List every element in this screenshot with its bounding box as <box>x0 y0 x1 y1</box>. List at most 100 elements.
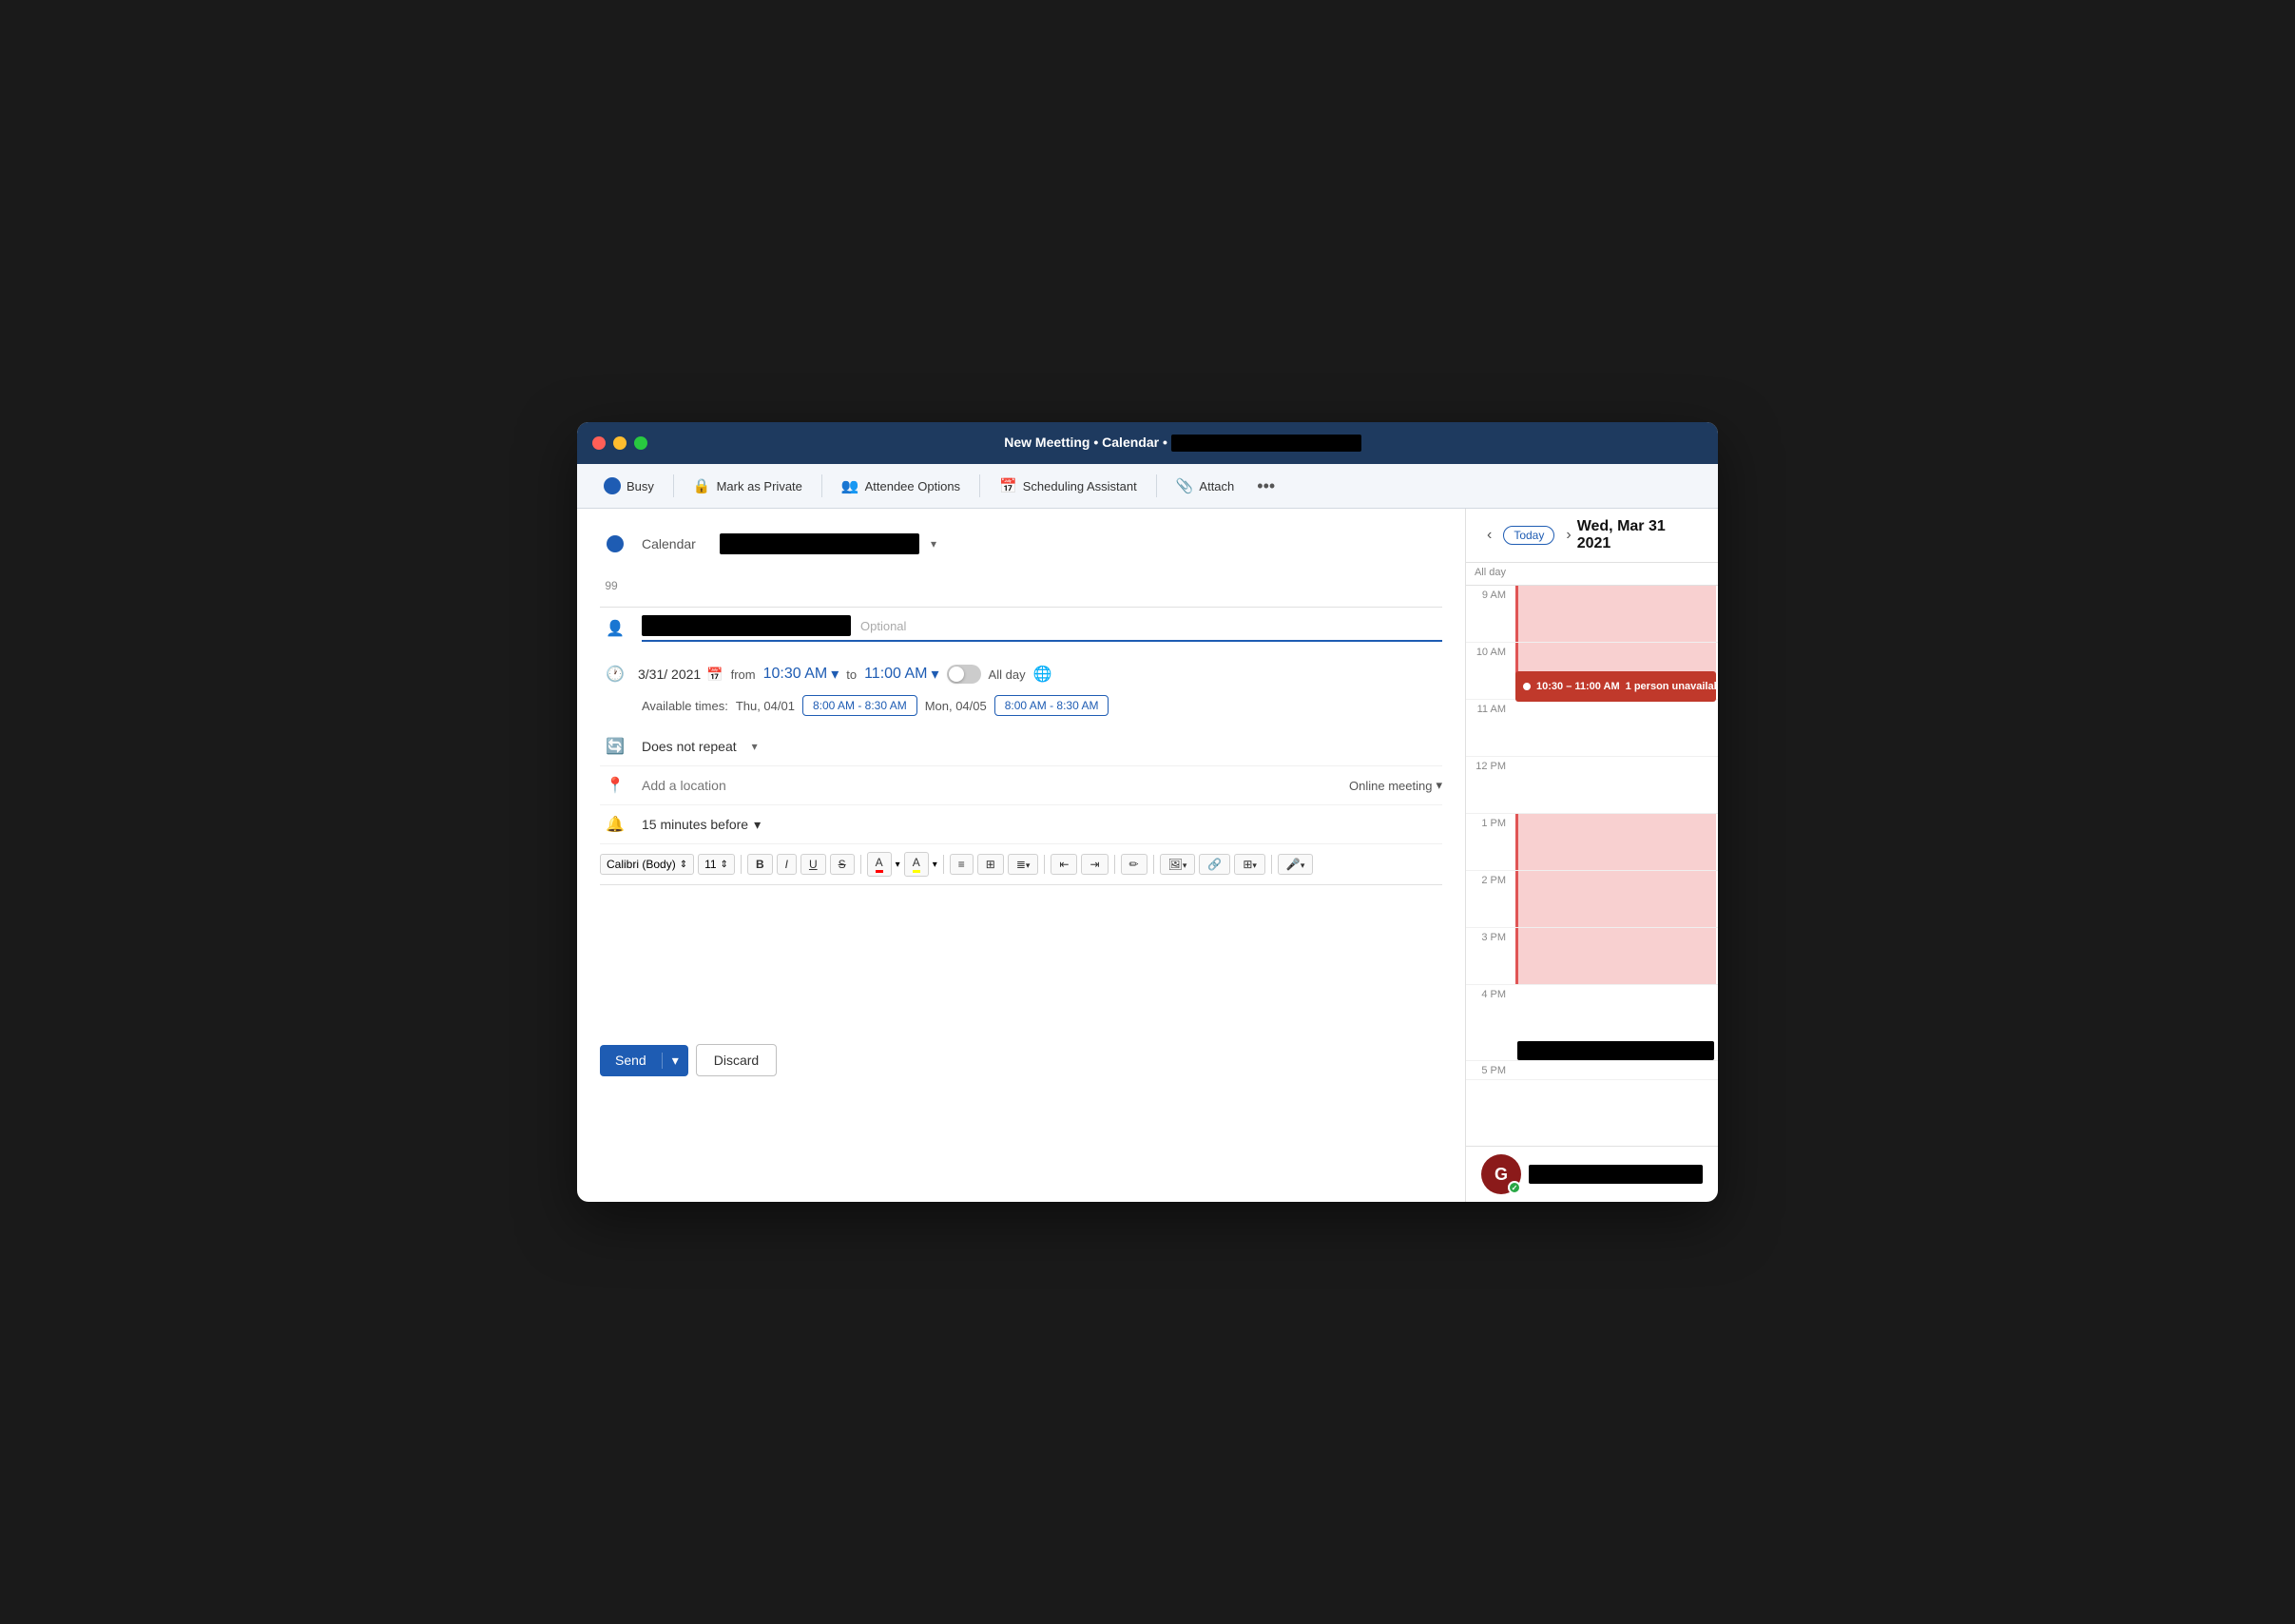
slot-content-2pm <box>1514 871 1718 927</box>
allday-label: All day <box>1466 563 1514 585</box>
to-label: to <box>846 667 857 682</box>
font-color-button[interactable]: A <box>867 852 892 877</box>
format-styles-button[interactable]: ✏ <box>1121 854 1148 875</box>
time-label-5pm: 5 PM <box>1466 1061 1514 1079</box>
italic-button[interactable]: I <box>777 854 797 875</box>
toggle-track <box>947 665 981 684</box>
bullet-list-button[interactable]: ≡ <box>950 854 974 875</box>
formatting-toolbar: Calibri (Body) ⇕ 11 ⇕ B I U S A ▾ A ▾ ≡ <box>600 844 1442 885</box>
next-day-button[interactable]: › <box>1560 525 1576 546</box>
main-content: Calendar ▾ 99 New Meetting 👤 Optional <box>577 509 1718 1202</box>
busy-button[interactable]: Busy <box>592 472 665 500</box>
font-size-select[interactable]: 11 ⇕ <box>698 854 735 875</box>
allday-label: All day <box>989 667 1026 682</box>
maximize-button[interactable] <box>634 436 647 450</box>
event-dot <box>1523 683 1531 690</box>
time-label-2pm: 2 PM <box>1466 871 1514 927</box>
close-button[interactable] <box>592 436 606 450</box>
timezone-icon[interactable]: 🌐 <box>1033 665 1052 684</box>
online-meeting-label: Online meeting <box>1349 779 1432 793</box>
online-meeting-btn[interactable]: Online meeting ▾ <box>1349 778 1442 793</box>
busy-dot <box>604 477 621 494</box>
underline-button[interactable]: U <box>800 854 826 875</box>
end-time-dropdown[interactable]: 11:00 AM ▾ <box>864 665 938 684</box>
attendee-options-button[interactable]: 👥 Attendee Options <box>830 472 972 500</box>
calendar-panel: ‹ Today › Wed, Mar 31 2021 All day 9 AM <box>1466 509 1718 1202</box>
attendee-options-label: Attendee Options <box>865 479 960 493</box>
location-input[interactable] <box>642 778 1338 793</box>
align-button[interactable]: ≣▾ <box>1008 854 1039 875</box>
highlight-button[interactable]: A <box>904 852 929 877</box>
time-slot-3pm: 3 PM <box>1466 928 1718 985</box>
calendar-icon: 📅 <box>999 477 1017 494</box>
slot1-time-btn[interactable]: 8:00 AM - 8:30 AM <box>802 695 917 716</box>
traffic-lights <box>592 436 647 450</box>
slot-content-11am <box>1514 700 1718 756</box>
end-time-value: 11:00 AM <box>864 666 927 683</box>
today-button[interactable]: Today <box>1503 526 1554 545</box>
slot2-time-btn[interactable]: 8:00 AM - 8:30 AM <box>994 695 1109 716</box>
window-title: New Meetting • Calendar • <box>663 435 1703 452</box>
fmt-sep-6 <box>1153 855 1154 874</box>
avatar-label: G <box>1495 1165 1508 1185</box>
attendee-row: 👤 Optional <box>600 608 1442 649</box>
separator-1 <box>673 474 674 497</box>
meeting-title-input[interactable]: New Meetting <box>634 571 1442 599</box>
reminder-row: 🔔 15 minutes before ▾ <box>600 805 1442 844</box>
fmt-sep-7 <box>1271 855 1272 874</box>
user-avatar: G ✓ <box>1481 1154 1521 1194</box>
time-slot-1pm: 1 PM <box>1466 814 1718 871</box>
font-color-chevron-icon[interactable]: ▾ <box>896 860 900 870</box>
time-label-4pm: 4 PM <box>1466 985 1514 1060</box>
bold-button[interactable]: B <box>747 854 773 875</box>
lock-icon: 🔒 <box>693 477 711 494</box>
event-block: 10:30 – 11:00 AM 1 person unavailable <box>1515 671 1716 702</box>
allday-toggle[interactable]: All day <box>947 665 1026 684</box>
time-slot-12pm: 12 PM <box>1466 757 1718 814</box>
attach-button[interactable]: 📎 Attach <box>1165 472 1246 500</box>
indent-increase-button[interactable]: ⇥ <box>1081 854 1108 875</box>
bell-icon: 🔔 <box>600 815 630 834</box>
reminder-select[interactable]: 15 minutes before ▾ <box>642 817 761 833</box>
repeat-chevron-icon[interactable]: ▾ <box>752 740 758 753</box>
calendar-picker-icon[interactable]: 📅 <box>706 667 723 683</box>
font-family-select[interactable]: Calibri (Body) ⇕ <box>600 854 694 875</box>
calendar-chevron-icon[interactable]: ▾ <box>931 537 936 551</box>
calendar-value-redacted <box>720 533 919 554</box>
minimize-button[interactable] <box>613 436 627 450</box>
start-time-dropdown[interactable]: 10:30 AM ▾ <box>763 665 839 684</box>
body-textarea[interactable] <box>600 885 775 1028</box>
time-label-9am: 9 AM <box>1466 586 1514 642</box>
time-label-3pm: 3 PM <box>1466 928 1514 984</box>
start-time-value: 10:30 AM <box>763 666 828 683</box>
dictate-button[interactable]: 🎤▾ <box>1278 854 1313 875</box>
main-window: New Meetting • Calendar • Busy 🔒 Mark as… <box>577 422 1718 1202</box>
time-label-12pm: 12 PM <box>1466 757 1514 813</box>
clock-icon: 🕐 <box>600 665 630 684</box>
highlight-chevron-icon[interactable]: ▾ <box>933 860 937 870</box>
repeat-icon: 🔄 <box>600 737 630 756</box>
attach-label: Attach <box>1199 479 1234 493</box>
send-dropdown-chevron-icon[interactable]: ▾ <box>662 1053 688 1069</box>
calendar-label: Calendar <box>642 536 708 551</box>
scheduling-assistant-button[interactable]: 📅 Scheduling Assistant <box>988 472 1148 500</box>
discard-button[interactable]: Discard <box>696 1044 777 1076</box>
busy-label: Busy <box>627 479 654 493</box>
toolbar: Busy 🔒 Mark as Private 👥 Attendee Option… <box>577 464 1718 509</box>
prev-day-button[interactable]: ‹ <box>1481 525 1497 546</box>
numbered-list-button[interactable]: ⊞ <box>977 854 1004 875</box>
send-button[interactable]: Send ▾ <box>600 1045 688 1076</box>
insert-image-button[interactable]: 🖼▾ <box>1160 854 1196 875</box>
more-options-button[interactable]: ••• <box>1249 473 1282 500</box>
separator-3 <box>979 474 980 497</box>
strikethrough-button[interactable]: S <box>830 854 855 875</box>
calendar-date-title: Wed, Mar 31 2021 <box>1577 518 1703 552</box>
fmt-sep-4 <box>1044 855 1045 874</box>
attendees-field-icon: 👤 <box>600 619 630 638</box>
insert-link-button[interactable]: 🔗 <box>1199 854 1230 875</box>
paperclip-icon: 📎 <box>1176 477 1194 494</box>
calendar-header: ‹ Today › Wed, Mar 31 2021 <box>1466 509 1718 563</box>
insert-table-button[interactable]: ⊞▾ <box>1234 854 1265 875</box>
mark-private-button[interactable]: 🔒 Mark as Private <box>682 472 814 500</box>
indent-decrease-button[interactable]: ⇤ <box>1051 854 1077 875</box>
